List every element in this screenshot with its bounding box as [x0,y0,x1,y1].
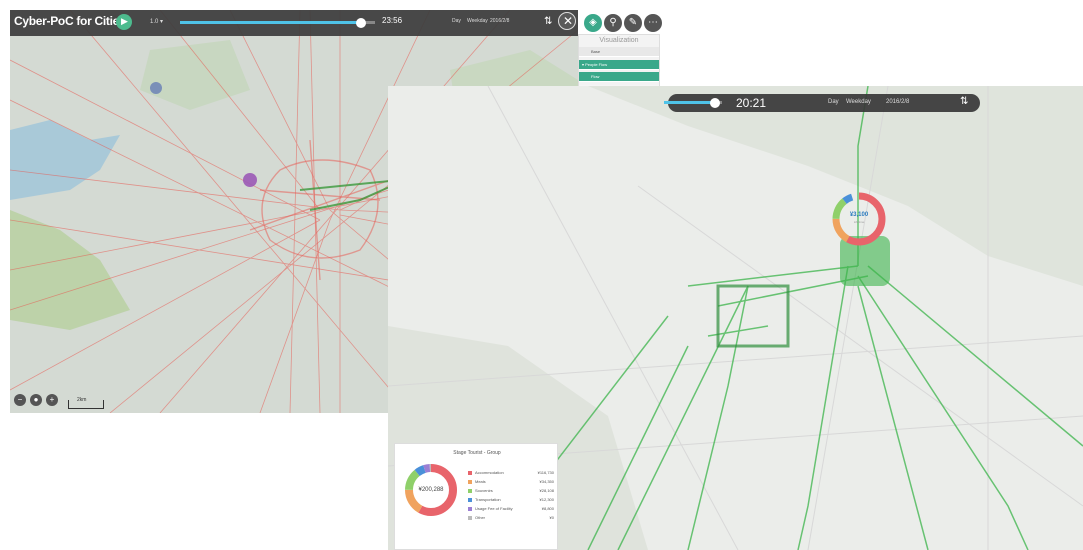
time-slider[interactable] [664,97,722,108]
current-time: 23:56 [382,16,403,25]
legend-value: ¥0 [549,515,554,520]
zoom-in-button[interactable]: + [46,394,58,406]
current-time: 20:21 [736,96,767,110]
legend-swatch [468,507,472,511]
time-slider-thumb[interactable] [710,97,721,108]
donut-value: ¥3,100 [849,212,869,218]
day-label: Day [452,18,461,24]
date-display[interactable]: 2016/2/8 [886,99,909,105]
scale-bar: 2km [68,397,104,409]
legend-swatch [468,480,472,484]
legend-label: Meals [475,479,486,484]
legend-row: Other ¥0 [468,513,554,522]
legend-label: Usage Fee of Facility [475,506,513,511]
legend-label: Other [475,515,486,520]
app-title: Cyber-PoC for Cities [14,14,126,28]
legend-value: ¥116,730 [537,470,554,475]
spending-donut-marker[interactable]: ¥3,100 Lifetime [830,190,888,248]
zoom-out-button[interactable]: − [14,394,26,406]
legend-label: Transportation [475,497,501,502]
legend-value: ¥8,800 [541,506,554,511]
play-button[interactable]: ▶ [116,14,132,30]
panel-title: Visualization [599,37,639,44]
legend-row: Transportation ¥12,300 [468,495,554,504]
layer-item[interactable]: Base [579,47,659,57]
layer-item[interactable]: Flow [579,72,659,82]
legend-value: ¥28,108 [539,488,554,493]
legend-row: Usage Fee of Facility ¥8,800 [468,504,554,513]
legend-label: Souvenirs [475,488,493,493]
layers-icon[interactable]: ◈ [584,14,602,32]
zoom-reset-button[interactable]: ● [30,394,42,406]
donut-sub-label: Lifetime [853,220,865,224]
map-pin-icon [150,82,162,94]
day-label: Day [828,99,839,105]
play-icon: ▶ [121,16,128,26]
legend-label: Accommodation [475,470,504,475]
sliders-icon[interactable]: ⇅ [544,16,552,27]
legend-swatch [468,489,472,493]
right-time-control-bar: 20:21 Day Weekday 2016/2/8 ⇅ [664,94,980,112]
legend-row: Meals ¥34,350 [468,477,554,486]
time-slider-fill [180,21,362,24]
date-display[interactable]: 2016/2/8 [490,18,509,24]
day-type[interactable]: Weekday [846,99,871,105]
visualization-toolbar: ◈ ⚲ ✎ ⋯ [580,12,662,36]
legend-value: ¥34,350 [539,479,554,484]
card-title: Stage Tourist - Group [453,450,501,456]
sliders-icon[interactable]: ⇅ [960,96,968,107]
time-slider-thumb[interactable] [356,17,367,28]
legend-swatch [468,516,472,520]
legend-value: ¥12,300 [539,497,554,502]
layer-item[interactable]: ▾ People Flow [579,59,659,70]
left-time-control-bar: Cyber-PoC for Cities ▶ 1.0 ▾ 23:56 Day W… [10,10,578,36]
day-type[interactable]: Weekday [467,18,488,24]
purchase-summary-card: Stage Tourist - Group ¥200,288 Accommoda… [394,443,558,550]
time-slider-fill [664,101,716,104]
scale-label: 2km [77,397,87,403]
close-button[interactable]: ✕ [558,12,576,30]
time-slider[interactable] [180,17,375,28]
pencil-icon[interactable]: ✎ [624,14,642,32]
purchase-total: ¥200,288 [418,487,444,493]
small-donut-chart [832,192,886,246]
more-icon[interactable]: ⋯ [644,14,662,32]
legend-row: Accommodation ¥116,730 [468,468,554,477]
legend-row: Souvenirs ¥28,108 [468,486,554,495]
legend-swatch [468,471,472,475]
speed-selector[interactable]: 1.0 ▾ [150,18,163,25]
close-icon: ✕ [563,14,574,28]
legend-swatch [468,498,472,502]
facility-pin-icon [243,173,257,187]
pin-icon[interactable]: ⚲ [604,14,622,32]
